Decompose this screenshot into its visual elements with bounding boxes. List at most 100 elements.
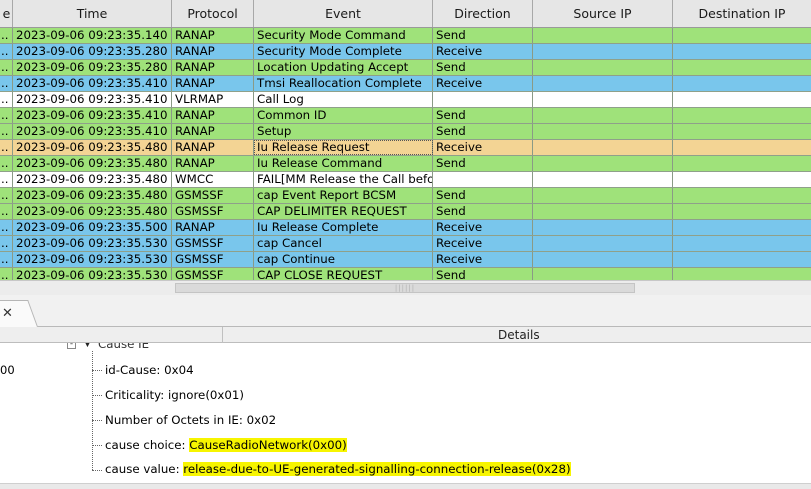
- cell-event: Common ID: [254, 108, 433, 123]
- cell-event: cap Event Report BCSM: [254, 188, 433, 203]
- cell-time: 2023-09-06 09:23:35.480: [13, 188, 172, 203]
- cell-lead: ..: [0, 28, 13, 43]
- tree-connector: [92, 370, 102, 371]
- table-row[interactable]: .. 2023-09-06 09:23:35.410 RANAP Tmsi Reall…: [0, 76, 811, 92]
- collapse-toggle-icon[interactable]: -: [67, 343, 76, 349]
- cell-source-ip: [533, 252, 673, 267]
- cell-time: 2023-09-06 09:23:35.410: [13, 92, 172, 107]
- cell-direction: Send: [433, 28, 533, 43]
- tree-node-cause-ie[interactable]: Cause IE: [98, 343, 149, 351]
- column-header-destination-ip[interactable]: Destination IP: [673, 0, 811, 27]
- table-row[interactable]: .. 2023-09-06 09:23:35.530 GSMSSF cap Cance…: [0, 236, 811, 252]
- column-header-time[interactable]: Time: [13, 0, 172, 27]
- cell-lead: ..: [0, 60, 13, 75]
- cell-source-ip: [533, 140, 673, 155]
- tree-connector: [92, 420, 102, 421]
- column-header-source-ip[interactable]: Source IP: [533, 0, 673, 27]
- cell-event: Iu Release Complete: [254, 220, 433, 235]
- table-row[interactable]: .. 2023-09-06 09:23:35.280 RANAP Security M…: [0, 44, 811, 60]
- table-row[interactable]: .. 2023-09-06 09:23:35.480 GSMSSF cap Event…: [0, 188, 811, 204]
- cell-protocol: WMCC: [172, 172, 254, 187]
- cell-protocol: RANAP: [172, 76, 254, 91]
- tree-connector: [92, 470, 102, 471]
- cell-protocol: RANAP: [172, 140, 254, 155]
- tree-connector: [92, 351, 93, 470]
- scrollbar-thumb[interactable]: ||||||: [175, 283, 635, 293]
- cell-source-ip: [533, 268, 673, 280]
- cell-destination-ip: [673, 140, 811, 155]
- cell-protocol: RANAP: [172, 156, 254, 171]
- cell-lead: ..: [0, 268, 13, 280]
- cell-event: CAP DELIMITER REQUEST: [254, 204, 433, 219]
- cell-event: Setup: [254, 124, 433, 139]
- cell-direction: [433, 172, 533, 187]
- cell-time: 2023-09-06 09:23:35.410: [13, 76, 172, 91]
- cell-event: cap Cancel: [254, 236, 433, 251]
- table-row[interactable]: .. 2023-09-06 09:23:35.410 VLRMAP Call Log: [0, 92, 811, 108]
- cell-lead: ..: [0, 140, 13, 155]
- table-row[interactable]: .. 2023-09-06 09:23:35.480 RANAP Iu Release…: [0, 140, 811, 156]
- cell-lead: ..: [0, 124, 13, 139]
- table-row[interactable]: .. 2023-09-06 09:23:35.410 RANAP Setup Send: [0, 124, 811, 140]
- tree-node-criticality[interactable]: Criticality: ignore(0x01): [105, 388, 244, 402]
- column-header-event[interactable]: Event: [254, 0, 433, 27]
- cause-choice-label: cause choice:: [105, 438, 190, 452]
- cell-destination-ip: [673, 60, 811, 75]
- table-row[interactable]: .. 2023-09-06 09:23:35.500 RANAP Iu Release…: [0, 220, 811, 236]
- column-header-lead[interactable]: e: [0, 0, 13, 27]
- cell-direction: [433, 92, 533, 107]
- details-tree: 00 - ▼ Cause IE id-Cause: 0x04 Criticali…: [0, 343, 811, 483]
- cell-protocol: RANAP: [172, 108, 254, 123]
- horizontal-scrollbar[interactable]: ||||||: [0, 280, 811, 295]
- details-header: Details: [0, 327, 811, 343]
- cell-destination-ip: [673, 124, 811, 139]
- table-row[interactable]: .. 2023-09-06 09:23:35.530 GSMSSF cap Conti…: [0, 252, 811, 268]
- cell-protocol: GSMSSF: [172, 236, 254, 251]
- cell-direction: Send: [433, 108, 533, 123]
- column-header-direction[interactable]: Direction: [433, 0, 533, 27]
- cell-source-ip: [533, 60, 673, 75]
- cell-time: 2023-09-06 09:23:35.530: [13, 236, 172, 251]
- cell-direction: Receive: [433, 76, 533, 91]
- cell-event: Tmsi Reallocation Complete: [254, 76, 433, 91]
- cell-lead: ..: [0, 156, 13, 171]
- tree-node-id-cause[interactable]: id-Cause: 0x04: [105, 363, 194, 377]
- cell-source-ip: [533, 108, 673, 123]
- table-row[interactable]: .. 2023-09-06 09:23:35.280 RANAP Location U…: [0, 60, 811, 76]
- cell-direction: Send: [433, 188, 533, 203]
- cell-time: 2023-09-06 09:23:35.410: [13, 124, 172, 139]
- column-header-protocol[interactable]: Protocol: [172, 0, 254, 27]
- table-row[interactable]: .. 2023-09-06 09:23:35.480 RANAP Iu Release…: [0, 156, 811, 172]
- cell-destination-ip: [673, 108, 811, 123]
- cell-direction: Receive: [433, 252, 533, 267]
- cell-lead: ..: [0, 76, 13, 91]
- close-icon[interactable]: ✕: [2, 306, 13, 321]
- cell-protocol: GSMSSF: [172, 204, 254, 219]
- table-row[interactable]: .. 2023-09-06 09:23:35.480 GSMSSF CAP DELIM…: [0, 204, 811, 220]
- table-row[interactable]: .. 2023-09-06 09:23:35.530 GSMSSF CAP CLOSE…: [0, 268, 811, 280]
- tree-node-cause-value[interactable]: cause value: release-due-to-UE-generated…: [105, 462, 571, 476]
- table-row[interactable]: .. 2023-09-06 09:23:35.480 WMCC FAIL[MM Rel…: [0, 172, 811, 188]
- cell-event: cap Continue: [254, 252, 433, 267]
- cell-event: Iu Release Request: [254, 140, 433, 155]
- details-title: Details: [498, 328, 540, 342]
- cell-event: Iu Release Command: [254, 156, 433, 171]
- cell-destination-ip: [673, 252, 811, 267]
- cell-lead: ..: [0, 188, 13, 203]
- tree-node-octets[interactable]: Number of Octets in IE: 0x02: [105, 413, 276, 427]
- event-log-table: e Time Protocol Event Direction Source I…: [0, 0, 811, 280]
- cell-event: Security Mode Command: [254, 28, 433, 43]
- bottom-scrollbar[interactable]: [0, 483, 811, 489]
- table-header: e Time Protocol Event Direction Source I…: [0, 0, 811, 28]
- cause-value-value: release-due-to-UE-generated-signalling-c…: [183, 462, 571, 476]
- table-row[interactable]: .. 2023-09-06 09:23:35.410 RANAP Common ID S…: [0, 108, 811, 124]
- tree-node-cause-choice[interactable]: cause choice: CauseRadioNetwork(0x00): [105, 438, 347, 452]
- table-row[interactable]: .. 2023-09-06 09:23:35.140 RANAP Security M…: [0, 28, 811, 44]
- column-divider: [222, 327, 223, 343]
- cell-direction: Send: [433, 60, 533, 75]
- cell-destination-ip: [673, 44, 811, 59]
- cell-event: Security Mode Complete: [254, 44, 433, 59]
- cell-time: 2023-09-06 09:23:35.410: [13, 108, 172, 123]
- cell-source-ip: [533, 236, 673, 251]
- cell-destination-ip: [673, 236, 811, 251]
